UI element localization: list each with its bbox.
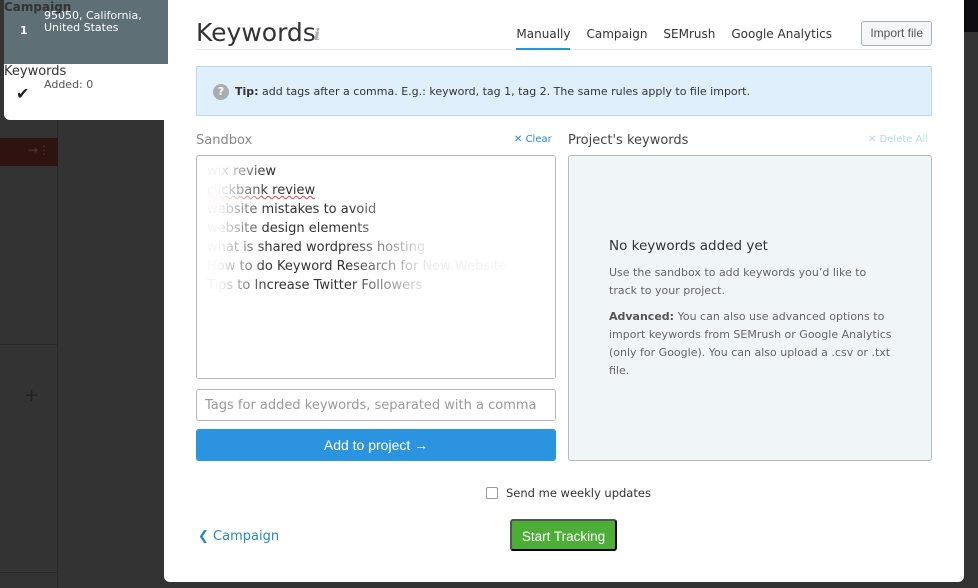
tab-campaign[interactable]: Campaign: [586, 27, 647, 49]
weekly-updates-label: Send me weekly updates: [506, 486, 651, 500]
tip-body: add tags after a comma. E.g.: keyword, t…: [258, 85, 750, 98]
tab-manually[interactable]: Manually: [516, 27, 571, 50]
sandbox-keyword: website design elements: [207, 221, 370, 236]
background-divider: [0, 344, 58, 345]
sandbox-keyword: Tips to Increase Twitter Followers: [207, 278, 423, 293]
advanced-text: Advanced: You can also use advanced opti…: [609, 308, 893, 380]
page-title: Keywords: [196, 18, 316, 47]
back-label: Campaign: [213, 529, 280, 544]
delete-all-label: Delete All: [879, 134, 928, 145]
project-keywords-panel: No keywords added yet Use the sandbox to…: [568, 155, 932, 461]
checkmark-icon: ✔: [16, 84, 30, 103]
weekly-updates-checkbox[interactable]: [486, 487, 498, 499]
sandbox-keyword: wix review: [207, 164, 277, 179]
sandbox-label: Sandbox: [196, 133, 253, 148]
tab-semrush[interactable]: SEMrush: [663, 27, 715, 49]
tip-text: Tip: add tags after a comma. E.g.: keywo…: [235, 85, 750, 98]
empty-state-text: Use the sandbox to add keywords you’d li…: [609, 266, 867, 297]
add-label: Add to project: [323, 437, 411, 453]
tip-label: Tip:: [235, 85, 259, 98]
background-divider: [0, 572, 58, 573]
delete-all-link[interactable]: ✕ Delete All: [868, 134, 928, 145]
step-number: 1: [20, 24, 28, 37]
step-keywords[interactable]: ✔ Keywords Added: 0: [4, 64, 168, 120]
wizard-steps: 1 Campaign 95050, California, United Sta…: [4, 0, 168, 120]
arrow-right-icon: →: [414, 437, 429, 453]
advanced-label: Advanced:: [609, 310, 675, 323]
close-icon: ✕: [868, 134, 880, 145]
sandbox-keyword: clickbank review: [207, 183, 316, 198]
add-to-project-button[interactable]: Add to project →: [196, 429, 556, 461]
sandbox-textarea[interactable]: wix review clickbank review website mist…: [196, 155, 556, 379]
step-subtitle: United States: [44, 21, 119, 34]
step-title: Keywords: [4, 64, 67, 79]
tags-input[interactable]: [196, 389, 556, 421]
source-tabs: Manually Campaign SEMrush Google Analyti…: [516, 27, 832, 50]
keywords-modal: Keywords i Manually Campaign SEMrush Goo…: [164, 0, 964, 582]
background-highlight-row: →⋮: [0, 138, 58, 166]
import-file-button[interactable]: Import file: [861, 21, 932, 46]
sandbox-keyword: what is shared wordpress hosting: [207, 240, 426, 255]
sandbox-keyword: website mistakes to avoid: [207, 202, 377, 217]
close-icon: ✕: [514, 134, 526, 145]
start-tracking-button[interactable]: Start Tracking: [510, 519, 617, 551]
modal-header: Keywords i Manually Campaign SEMrush Goo…: [196, 18, 932, 50]
question-icon: ?: [213, 83, 229, 100]
sandbox-keyword: How to do Keyword Research for New Websi…: [207, 259, 507, 274]
chevron-left-icon: ❮: [198, 529, 214, 544]
background-arrow-icon: →⋮: [27, 143, 50, 157]
step-title: Campaign: [4, 0, 72, 14]
tip-banner: ? Tip: add tags after a comma. E.g.: key…: [196, 66, 932, 116]
step-campaign[interactable]: 1 Campaign 95050, California, United Sta…: [4, 0, 168, 64]
clear-link[interactable]: ✕ Clear: [514, 134, 552, 145]
tab-google-analytics[interactable]: Google Analytics: [731, 27, 832, 49]
info-icon[interactable]: i: [314, 25, 320, 44]
clear-label: Clear: [525, 134, 552, 145]
back-to-campaign-link[interactable]: ❮ Campaign: [198, 529, 279, 544]
background-plus-icon: +: [24, 385, 40, 406]
project-keywords-label: Project's keywords: [568, 133, 689, 148]
step-subtitle: Added: 0: [44, 78, 94, 91]
weekly-updates-option[interactable]: Send me weekly updates: [486, 486, 651, 500]
empty-state-title: No keywords added yet: [609, 238, 768, 254]
